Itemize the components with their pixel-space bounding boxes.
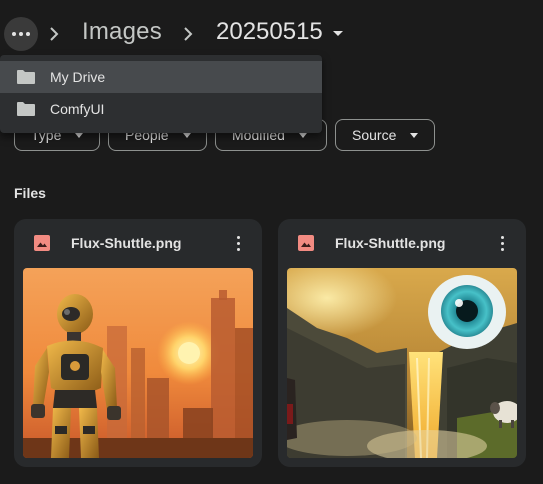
breadcrumb-more-button[interactable]: [4, 17, 38, 51]
arrow-drop-down-icon: [75, 132, 84, 138]
file-card[interactable]: Flux-Shuttle.png: [14, 219, 262, 467]
drive-window: Images 20250515 Type People Modified Sou…: [0, 0, 543, 484]
folder-icon: [17, 102, 35, 116]
image-file-icon: [298, 235, 314, 251]
menu-item-my-drive[interactable]: My Drive: [0, 61, 322, 93]
file-name: Flux-Shuttle.png: [335, 235, 446, 251]
file-thumbnail: [287, 268, 517, 458]
chevron-right-icon: [184, 27, 193, 41]
filter-source-label: Source: [352, 127, 397, 143]
image-file-icon: [34, 235, 50, 251]
menu-item-label: ComfyUI: [50, 101, 105, 117]
breadcrumb-current-folder[interactable]: 20250515: [216, 18, 343, 46]
breadcrumb-overflow-menu: My Drive ComfyUI: [0, 55, 322, 133]
arrow-drop-down-icon: [332, 30, 343, 36]
more-vert-icon[interactable]: [492, 233, 512, 253]
folder-icon: [17, 70, 35, 84]
chevron-right-icon: [50, 27, 59, 41]
robot-city-sunset-image: [23, 268, 253, 458]
filter-source-chip[interactable]: Source: [335, 119, 435, 151]
arrow-drop-down-icon: [410, 132, 419, 138]
more-horiz-icon: [12, 32, 30, 36]
arrow-drop-down-icon: [298, 132, 307, 138]
breadcrumb-item-images[interactable]: Images: [82, 18, 162, 46]
menu-item-comfyui[interactable]: ComfyUI: [0, 93, 322, 125]
file-name: Flux-Shuttle.png: [71, 235, 182, 251]
more-vert-icon[interactable]: [228, 233, 248, 253]
arrow-drop-down-icon: [182, 132, 191, 138]
menu-item-label: My Drive: [50, 69, 106, 85]
breadcrumb-current-label: 20250515: [216, 18, 323, 45]
eye-waterfall-image: [287, 268, 517, 458]
file-thumbnail: [23, 268, 253, 458]
files-section-title: Files: [14, 185, 46, 201]
file-card[interactable]: Flux-Shuttle.png: [278, 219, 526, 467]
